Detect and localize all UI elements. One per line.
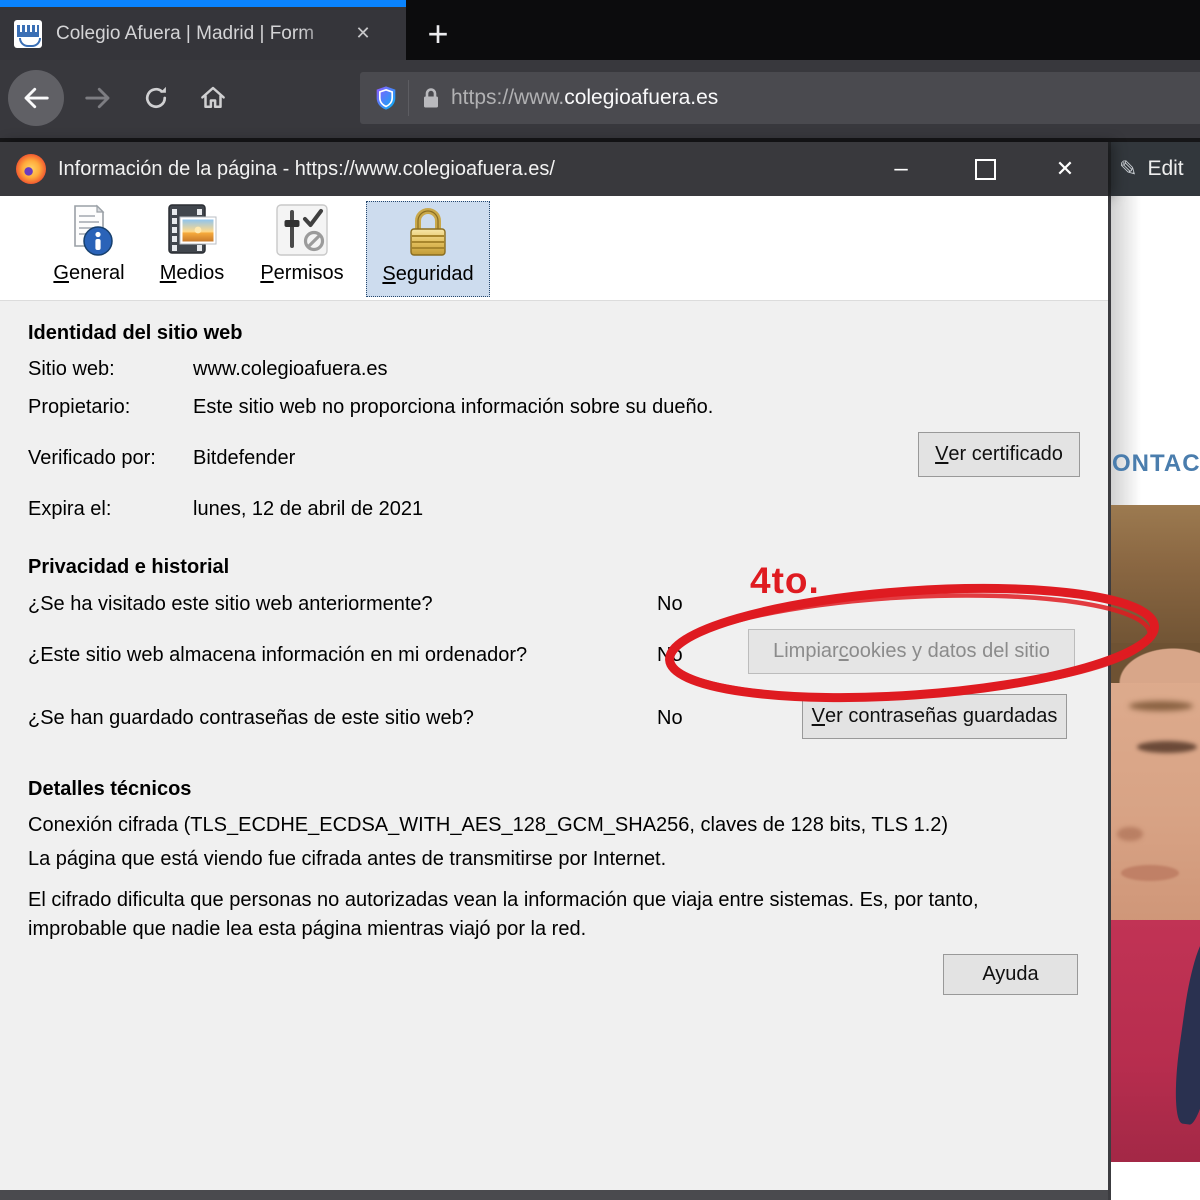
url-bar[interactable]: https://www.colegioafuera.es [360,72,1200,124]
tab-close-icon[interactable]: ✕ [346,23,380,44]
technical-paragraph: El cifrado dificulta que personas no aut… [28,886,1073,944]
admin-edit-bar[interactable]: ✎ Edit [1108,142,1200,196]
back-arrow-icon [21,83,51,113]
url-domain: colegioafuera.es [564,86,718,109]
photo-hairline [1111,643,1200,683]
privacy-question: ¿Este sitio web almacena información en … [28,644,527,667]
home-icon [198,83,228,113]
privacy-answer: No [657,644,683,667]
identity-row-value: lunes, 12 de abril de 2021 [193,498,423,521]
reload-icon [142,84,170,112]
photo-hair [1111,505,1200,655]
clear-cookies-button[interactable]: Limpiar cookies y datos del sitio [748,629,1075,674]
technical-line1: Conexión cifrada (TLS_ECDHE_ECDSA_WITH_A… [28,814,948,837]
home-button[interactable] [185,70,241,126]
identity-row-value: www.colegioafuera.es [193,358,388,381]
back-button[interactable] [8,70,64,126]
dialog-title-bar[interactable]: Información de la página - https://www.c… [0,142,1108,196]
help-button[interactable]: Ayuda [943,954,1078,995]
privacy-question: ¿Se han guardado contraseñas de este sit… [28,707,474,730]
security-padlock-icon [400,202,456,260]
page-bottom-area [1111,1162,1200,1200]
maximize-icon [975,159,996,180]
firefox-icon [16,154,46,184]
privacy-answer: No [657,593,683,616]
url-bar-divider [408,80,409,116]
tab-seguridad[interactable]: Seguridad [366,201,490,297]
tab-permisos-label: Permisos [260,262,343,285]
dialog-bottom-edge [0,1190,1108,1200]
photo-face [1111,677,1200,925]
identity-row-label: Sitio web: [28,358,115,381]
pencil-icon: ✎ [1119,156,1137,182]
contact-nav-link[interactable]: ONTACTO [1112,450,1200,482]
dialog-title: Información de la página - https://www.c… [58,158,555,181]
identity-heading: Identidad del sitio web [28,322,242,345]
browser-tab-bar: Colegio Afuera | Madrid | Form ✕ + [0,0,1200,60]
privacy-heading: Privacidad e historial [28,556,229,579]
tab-seguridad-label: Seguridad [382,263,473,286]
browser-tab[interactable]: Colegio Afuera | Madrid | Form ✕ [0,7,406,60]
photo-nose [1117,827,1143,841]
tab-general-label: General [53,262,124,285]
media-filmstrip-icon [163,201,221,259]
screenshot-stage: Colegio Afuera | Madrid | Form ✕ + [0,0,1200,1200]
photo-eyebrow [1129,701,1193,711]
photo-mouth [1121,865,1179,881]
identity-row-label: Expira el: [28,498,111,521]
dialog-minimize-button[interactable]: – [866,142,936,196]
tab-medios[interactable]: Medios [146,201,238,295]
url-scheme: https://www. [451,86,564,109]
close-icon: ✕ [1056,156,1074,182]
general-info-icon [61,201,117,259]
technical-line2: La página que está viendo fue cifrada an… [28,848,666,871]
privacy-answer: No [657,707,683,730]
privacy-question: ¿Se ha visitado este sitio web anteriorm… [28,593,433,616]
tab-title-fade [300,21,346,47]
dialog-close-button[interactable]: ✕ [1030,142,1100,196]
tab-permisos[interactable]: Permisos [250,201,354,295]
dialog-maximize-button[interactable] [950,142,1020,196]
tab-medios-label: Medios [160,262,224,285]
child-photo [1111,505,1200,1162]
admin-edit-label: Edit [1147,157,1183,181]
site-favicon [14,20,42,48]
view-certificate-button[interactable]: Ver certificado [918,432,1080,477]
tracking-protection-shield-icon[interactable] [372,83,400,113]
technical-heading: Detalles técnicos [28,778,191,801]
new-tab-button[interactable]: + [416,12,460,56]
active-tab-accent-line [0,0,406,7]
tab-general[interactable]: General [44,201,134,295]
minimize-icon: – [894,159,907,179]
forward-arrow-icon [83,83,113,113]
annotation-step-label: 4to. [750,560,820,602]
identity-row-label: Propietario: [28,396,130,419]
photo-eye [1137,741,1197,753]
identity-row-value: Este sitio web no proporciona informació… [193,396,713,419]
url-text[interactable]: https://www.colegioafuera.es [451,86,718,110]
view-passwords-button[interactable]: Ver contraseñas guardadas [802,694,1067,739]
permissions-sliders-icon [273,201,331,259]
identity-row-label: Verificado por: [28,447,156,470]
https-lock-icon[interactable] [419,85,443,111]
forward-button[interactable] [70,70,126,126]
identity-row-value: Bitdefender [193,447,295,470]
reload-button[interactable] [128,70,184,126]
